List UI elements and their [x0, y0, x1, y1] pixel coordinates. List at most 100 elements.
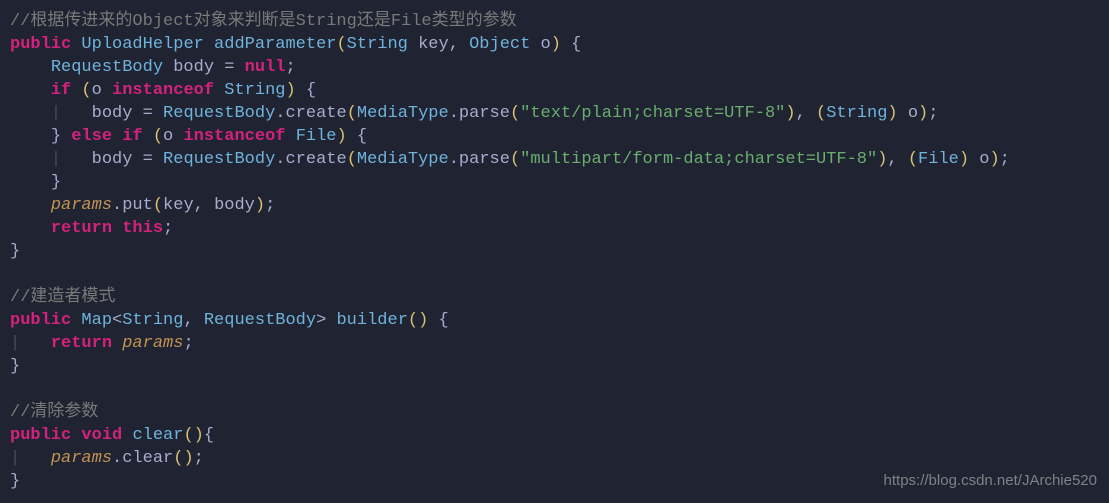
method-parse: parse [459, 150, 510, 169]
paren: ( [510, 104, 520, 123]
brace: } [10, 357, 20, 376]
watermark: https://blog.csdn.net/JArchie520 [884, 469, 1097, 492]
var-key: key [418, 35, 449, 54]
brace: } [51, 127, 61, 146]
var-body: body [173, 58, 214, 77]
indent-guide: | [51, 150, 61, 169]
paren: ( [816, 104, 826, 123]
comma: , [796, 104, 806, 123]
string-textplain: "text/plain;charset=UTF-8" [520, 104, 785, 123]
keyword-if: if [122, 127, 142, 146]
brace: } [10, 472, 20, 491]
var-o: o [92, 81, 102, 100]
comment-line: //清除参数 [10, 403, 98, 422]
paren: ( [153, 196, 163, 215]
field-params: params [51, 196, 112, 215]
indent-guide: | [10, 334, 20, 353]
type-string: String [224, 81, 285, 100]
paren: ) [551, 35, 561, 54]
paren: ( [347, 104, 357, 123]
var-body: body [214, 196, 255, 215]
method-builder: builder [336, 311, 407, 330]
type-map: Map [81, 311, 112, 330]
type-string: String [347, 35, 408, 54]
paren: ( [153, 127, 163, 146]
keyword-null: null [245, 58, 286, 77]
type-string: String [826, 104, 887, 123]
brace: { [571, 35, 581, 54]
comment-line: //根据传进来的Object对象来判断是String还是File类型的参数 [10, 12, 517, 31]
type-requestbody: RequestBody [163, 150, 275, 169]
keyword-if: if [51, 81, 71, 100]
paren: ) [887, 104, 897, 123]
method-clear: clear [122, 449, 173, 468]
method-parse: parse [459, 104, 510, 123]
keyword-return: return [51, 219, 112, 238]
type-requestbody: RequestBody [163, 104, 275, 123]
equals: = [143, 104, 153, 123]
keyword-public: public [10, 426, 71, 445]
dot: . [449, 150, 459, 169]
dot: . [112, 449, 122, 468]
type-object: Object [469, 35, 530, 54]
paren: () [183, 426, 203, 445]
keyword-else: else [71, 127, 112, 146]
type-uploadhelper: UploadHelper [81, 35, 203, 54]
var-o: o [163, 127, 173, 146]
indent-guide: | [51, 104, 61, 123]
paren: ) [255, 196, 265, 215]
comment-line: //建造者模式 [10, 288, 115, 307]
method-create: create [285, 150, 346, 169]
paren: ( [908, 150, 918, 169]
keyword-instanceof: instanceof [183, 127, 285, 146]
paren: () [173, 449, 193, 468]
paren: ) [877, 150, 887, 169]
type-file: File [918, 150, 959, 169]
var-o: o [908, 104, 918, 123]
paren: ) [785, 104, 795, 123]
semi: ; [194, 449, 204, 468]
var-body: body [92, 150, 133, 169]
brace: { [306, 81, 316, 100]
paren: ) [959, 150, 969, 169]
dot: . [449, 104, 459, 123]
field-params: params [122, 334, 183, 353]
var-body: body [92, 104, 133, 123]
paren: ) [989, 150, 999, 169]
generic: < [112, 311, 122, 330]
dot: . [275, 150, 285, 169]
equals: = [224, 58, 234, 77]
var-key: key [163, 196, 194, 215]
var-o: o [541, 35, 551, 54]
brace: } [10, 242, 20, 261]
brace: } [51, 173, 61, 192]
semi: ; [183, 334, 193, 353]
semi: ; [265, 196, 275, 215]
comma: , [194, 196, 204, 215]
keyword-this: this [122, 219, 163, 238]
field-params: params [51, 449, 112, 468]
type-file: File [296, 127, 337, 146]
type-mediatype: MediaType [357, 150, 449, 169]
brace: { [357, 127, 367, 146]
method-put: put [122, 196, 153, 215]
dot: . [112, 196, 122, 215]
method-create: create [285, 104, 346, 123]
type-requestbody: RequestBody [204, 311, 316, 330]
paren: () [408, 311, 428, 330]
comma: , [887, 150, 897, 169]
type-mediatype: MediaType [357, 104, 449, 123]
paren: ( [347, 150, 357, 169]
type-requestbody: RequestBody [51, 58, 163, 77]
paren: ) [918, 104, 928, 123]
keyword-public: public [10, 311, 71, 330]
comma: , [449, 35, 459, 54]
paren: ) [285, 81, 295, 100]
paren: ( [81, 81, 91, 100]
paren: ) [337, 127, 347, 146]
keyword-return: return [51, 334, 112, 353]
method-clear: clear [132, 426, 183, 445]
var-o: o [979, 150, 989, 169]
code-block: //根据传进来的Object对象来判断是String还是File类型的参数 pu… [0, 0, 1109, 503]
comma: , [183, 311, 193, 330]
